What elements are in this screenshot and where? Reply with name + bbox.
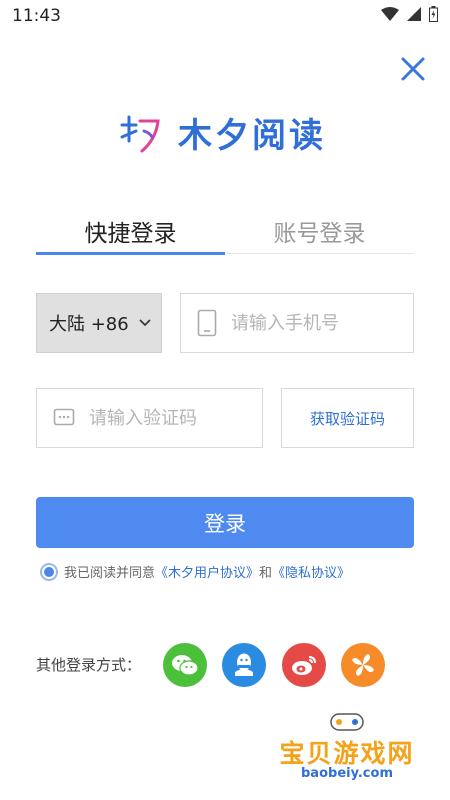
signal-icon bbox=[407, 7, 421, 21]
watermark-url: baobeiy.com bbox=[301, 766, 393, 781]
code-input[interactable] bbox=[87, 406, 251, 430]
watermark: 宝贝游戏网 baobeiy.com bbox=[272, 706, 422, 790]
status-time: 11:43 bbox=[12, 6, 61, 26]
region-label: 大陆 +86 bbox=[49, 314, 129, 335]
watermark-title: 宝贝游戏网 bbox=[279, 739, 415, 768]
qq-icon bbox=[235, 653, 253, 676]
agreement-row: 我已阅读并同意 《木夕用户协议》 和 《隐私协议》 bbox=[40, 562, 350, 581]
wifi-icon bbox=[381, 7, 399, 21]
chevron-down-icon bbox=[139, 316, 151, 331]
pinwheel-icon bbox=[352, 654, 374, 676]
message-icon bbox=[53, 408, 75, 428]
agree-radio[interactable] bbox=[40, 562, 58, 581]
other-login-button[interactable] bbox=[341, 643, 385, 687]
status-icons bbox=[381, 6, 438, 22]
weibo-login-button[interactable] bbox=[282, 643, 326, 687]
qq-login-button[interactable] bbox=[222, 643, 266, 687]
app-logo: 木夕阅读 bbox=[118, 108, 326, 157]
tab-quick-login[interactable]: 快捷登录 bbox=[36, 214, 225, 248]
gamepad-icon bbox=[330, 713, 364, 731]
logo-text: 木夕阅读 bbox=[178, 116, 326, 156]
phone-field[interactable] bbox=[180, 293, 414, 353]
wechat-login-button[interactable] bbox=[163, 643, 207, 687]
code-field[interactable] bbox=[36, 388, 263, 448]
logo-mark-icon bbox=[120, 115, 160, 152]
tab-account-login[interactable]: 账号登录 bbox=[225, 214, 414, 248]
tab-active-indicator bbox=[36, 252, 225, 255]
other-login-label: 其他登录方式： bbox=[36, 656, 142, 674]
privacy-agreement-link[interactable]: 《隐私协议》 bbox=[272, 562, 350, 581]
login-button[interactable]: 登录 bbox=[36, 497, 414, 548]
radio-dot bbox=[44, 566, 54, 577]
battery-icon bbox=[429, 6, 438, 22]
agreement-prefix: 我已阅读并同意 bbox=[64, 566, 156, 581]
get-code-button[interactable]: 获取验证码 bbox=[281, 388, 414, 448]
phone-input[interactable] bbox=[229, 311, 393, 335]
close-icon[interactable] bbox=[398, 54, 428, 84]
phone-icon bbox=[197, 309, 217, 337]
user-agreement-link[interactable]: 《木夕用户协议》 bbox=[155, 562, 259, 581]
weibo-icon bbox=[292, 656, 316, 675]
region-select[interactable]: 大陆 +86 bbox=[36, 293, 162, 353]
agreement-and: 和 bbox=[259, 566, 273, 581]
wechat-icon bbox=[172, 655, 199, 676]
